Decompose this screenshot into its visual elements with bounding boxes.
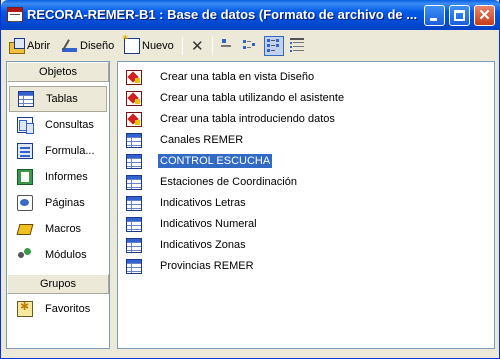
wizard-icon [126, 90, 142, 106]
sidebar-item-forms[interactable]: Formula... [7, 138, 109, 164]
macro-icon [17, 221, 33, 237]
list-item[interactable]: Estaciones de Coordinación [126, 173, 299, 191]
sidebar-item-queries[interactable]: Consultas [7, 112, 109, 138]
groups-header[interactable]: Grupos [7, 274, 109, 294]
new-label: Nuevo [142, 40, 174, 52]
large-icons-view-icon [221, 39, 231, 47]
sidebar-item-label: Páginas [45, 197, 85, 209]
delete-button[interactable] [190, 36, 208, 56]
sidebar-item-label: Macros [45, 223, 82, 235]
close-icon: ✕ [478, 7, 491, 24]
toolbar: Abrir Diseño Nuevo [4, 33, 498, 59]
list-item-label: CONTROL ESCUCHA [156, 153, 274, 169]
design-icon [62, 38, 78, 54]
list-item[interactable]: Indicativos Numeral [126, 215, 259, 233]
list-item-label: Canales REMER [160, 134, 244, 146]
table-icon [126, 132, 142, 148]
list-item-label: Provincias REMER [160, 260, 254, 272]
minimize-icon [430, 18, 437, 21]
list-item[interactable]: Canales REMER [126, 131, 245, 149]
list-item-label: Crear una tabla utilizando el asistente [160, 92, 345, 104]
small-icons-view-button[interactable] [241, 36, 261, 56]
list-item[interactable]: Provincias REMER [126, 257, 256, 275]
window-title: RECORA-REMER-B1 : Base de datos (Formato… [27, 7, 418, 22]
list-view-button[interactable] [264, 36, 284, 56]
module-icon [17, 247, 33, 263]
sidebar-item-label: Módulos [45, 249, 87, 261]
objects-list: Crear una tabla en vista Diseño Crear un… [117, 61, 495, 349]
list-item[interactable]: Crear una tabla introduciendo datos [126, 110, 337, 128]
list-item-label: Crear una tabla introduciendo datos [160, 113, 335, 125]
sidebar-item-label: Formula... [45, 145, 95, 157]
report-icon [17, 169, 33, 185]
toolbar-separator [182, 37, 183, 55]
table-icon [18, 91, 34, 107]
sidebar-item-favorites[interactable]: Favoritos [7, 296, 109, 322]
sidebar-item-pages[interactable]: Páginas [7, 190, 109, 216]
close-button[interactable]: ✕ [474, 5, 495, 26]
large-icons-view-button[interactable] [218, 36, 238, 56]
sidebar-item-label: Favoritos [45, 303, 91, 315]
maximize-button[interactable] [449, 5, 470, 26]
list-item-label: Indicativos Letras [160, 197, 246, 209]
list-item[interactable]: Crear una tabla en vista Diseño [126, 68, 316, 86]
sidebar-item-modules[interactable]: Módulos [7, 242, 109, 268]
details-view-icon [290, 38, 304, 52]
list-item-label: Indicativos Zonas [160, 239, 246, 251]
details-view-button[interactable] [288, 36, 308, 56]
table-icon [126, 153, 142, 169]
open-label: Abrir [27, 40, 51, 52]
sidebar-item-label: Informes [45, 171, 88, 183]
design-button[interactable]: Diseño [62, 36, 114, 56]
title-bar[interactable]: RECORA-REMER-B1 : Base de datos (Formato… [1, 0, 500, 30]
new-icon [121, 33, 140, 54]
form-icon [17, 143, 33, 159]
table-icon [126, 174, 142, 190]
design-label: Diseño [80, 40, 115, 52]
new-button[interactable]: Nuevo [121, 33, 174, 56]
content-area: Objetos Tablas Consultas Formula... Info… [6, 61, 495, 353]
database-icon[interactable] [7, 7, 23, 22]
open-icon [9, 38, 25, 54]
sidebar-item-macros[interactable]: Macros [7, 216, 109, 242]
table-icon [126, 216, 142, 232]
wizard-icon [126, 69, 142, 85]
table-icon [126, 237, 142, 253]
list-item-selected[interactable]: CONTROL ESCUCHA [126, 152, 274, 170]
list-item-label: Crear una tabla en vista Diseño [160, 71, 315, 83]
list-item-label: Estaciones de Coordinación [160, 176, 297, 188]
sidebar-item-reports[interactable]: Informes [7, 164, 109, 190]
wizard-icon [126, 111, 142, 127]
sidebar-item-label: Tablas [46, 93, 78, 105]
list-item[interactable]: Indicativos Zonas [126, 236, 248, 254]
query-icon [17, 117, 34, 134]
list-item[interactable]: Crear una tabla utilizando el asistente [126, 89, 346, 107]
favorites-icon [17, 300, 33, 317]
table-icon [126, 195, 142, 211]
page-icon [17, 195, 33, 211]
sidebar-item-label: Consultas [45, 119, 94, 131]
small-icons-view-icon [243, 40, 255, 49]
list-item[interactable]: Indicativos Letras [126, 194, 248, 212]
table-icon [126, 258, 142, 274]
database-window: RECORA-REMER-B1 : Base de datos (Formato… [0, 0, 500, 359]
object-bar: Objetos Tablas Consultas Formula... Info… [6, 61, 110, 349]
minimize-button[interactable] [424, 5, 445, 26]
maximize-icon [454, 10, 465, 21]
sidebar-item-tables[interactable]: Tablas [9, 86, 107, 112]
delete-icon [190, 37, 206, 55]
open-button[interactable]: Abrir [9, 36, 50, 56]
list-item-label: Indicativos Numeral [160, 218, 257, 230]
toolbar-separator [212, 37, 213, 55]
objects-header[interactable]: Objetos [7, 62, 109, 82]
list-view-icon [267, 39, 279, 52]
